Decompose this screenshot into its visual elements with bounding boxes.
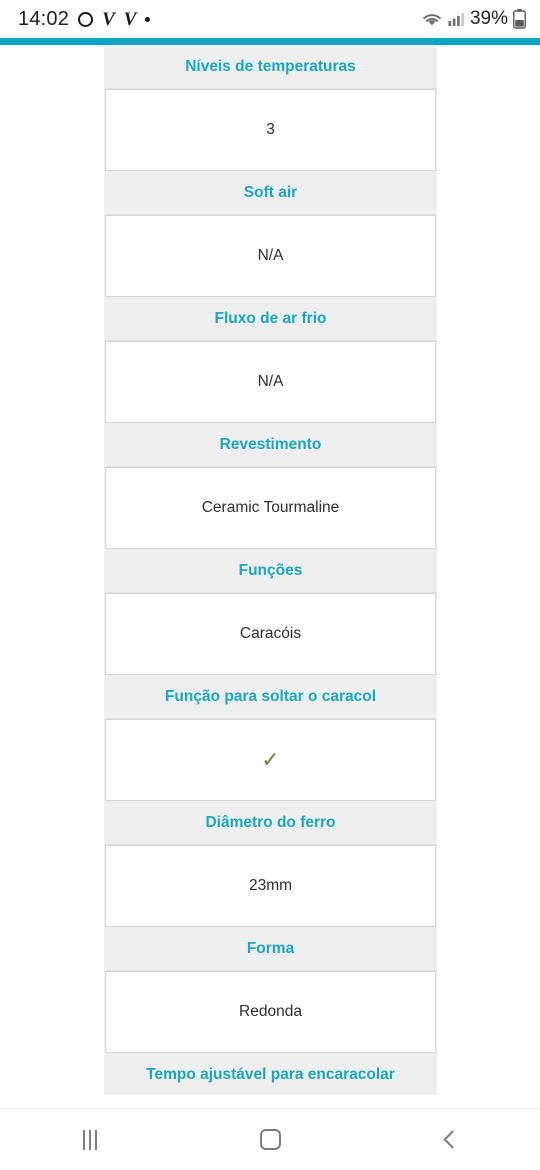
spec-value-coating: Ceramic Tourmaline <box>105 467 436 549</box>
battery-icon <box>513 9 526 29</box>
battery-percent-label: 39% <box>469 8 508 29</box>
spec-list[interactable]: Níveis de temperaturas 3 Soft air N/A Fl… <box>104 45 437 1095</box>
v-app-icon: V <box>123 8 137 30</box>
content-bottom-gap <box>0 1095 540 1108</box>
spec-label-temperature-levels: Níveis de temperaturas <box>104 45 437 89</box>
back-chevron-icon <box>443 1130 462 1149</box>
home-button[interactable] <box>225 1109 315 1170</box>
spec-value-curl-release-function: ✓ <box>105 719 436 801</box>
checkmark-icon: ✓ <box>261 747 280 772</box>
accent-top-bar <box>0 38 540 45</box>
spec-value-barrel-diameter: 23mm <box>105 845 436 927</box>
phone-screen: 14:02 V V 39% Níveis de temperaturas 3 S… <box>0 0 540 1170</box>
spec-value-shape: Redonda <box>105 971 436 1053</box>
recents-button[interactable] <box>45 1109 135 1170</box>
spec-label-functions: Funções <box>104 549 437 593</box>
spec-label-shape: Forma <box>104 927 437 971</box>
spec-label-coating: Revestimento <box>104 423 437 467</box>
spec-label-curl-release-function: Função para soltar o caracol <box>104 675 437 719</box>
spec-value-functions: Caracóis <box>105 593 436 675</box>
home-icon <box>259 1129 281 1150</box>
spec-value-soft-air: N/A <box>105 215 436 297</box>
circle-outline-icon <box>78 11 94 27</box>
status-bar: 14:02 V V 39% <box>0 0 540 38</box>
spec-label-adjustable-curl-time: Tempo ajustável para encaracolar <box>104 1053 437 1095</box>
spec-value-temperature-levels: 3 <box>105 89 436 171</box>
back-button[interactable] <box>405 1109 495 1170</box>
cellular-signal-icon <box>448 11 465 28</box>
spec-label-soft-air: Soft air <box>104 171 437 215</box>
spec-label-cold-air-flow: Fluxo de ar frio <box>104 297 437 341</box>
status-bar-left: 14:02 V V <box>18 8 421 31</box>
v-app-icon: V <box>102 8 115 30</box>
spec-label-barrel-diameter: Diâmetro do ferro <box>104 801 437 845</box>
android-nav-bar <box>0 1108 540 1170</box>
recents-icon <box>83 1129 97 1150</box>
spec-value-cold-air-flow: N/A <box>105 341 436 423</box>
status-clock: 14:02 <box>18 7 70 30</box>
dot-icon <box>145 16 151 22</box>
status-bar-right: 39% <box>421 8 526 30</box>
wifi-icon <box>421 11 443 28</box>
